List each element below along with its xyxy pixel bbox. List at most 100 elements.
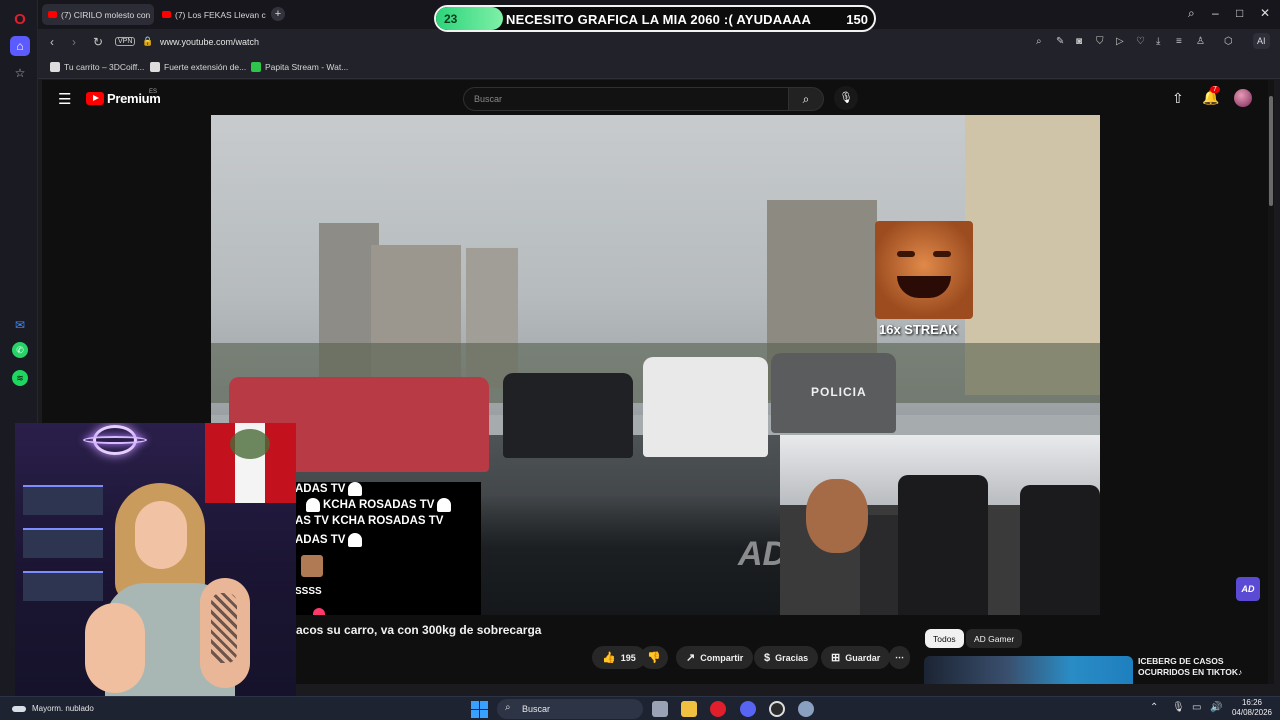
- tab-cirilo[interactable]: (7) CIRILO molesto con: [42, 4, 154, 25]
- tray-chevron-icon[interactable]: ⌃: [1150, 702, 1158, 713]
- opera-logo-icon[interactable]: O: [10, 9, 30, 29]
- discord-icon[interactable]: [740, 701, 756, 717]
- player-icon[interactable]: ▷: [1116, 36, 1124, 47]
- new-tab-button[interactable]: +: [271, 7, 285, 21]
- edit-icon[interactable]: ✎: [1056, 36, 1064, 47]
- more-actions-button[interactable]: ⋯: [889, 646, 910, 669]
- upload-icon[interactable]: ⇧: [1172, 90, 1184, 107]
- tab-label: (7) CIRILO molesto con: [61, 9, 151, 20]
- country-code: ES: [149, 89, 158, 95]
- chat-line: ADAS TV: [295, 482, 365, 496]
- bookmark-carrito[interactable]: Tu carrito – 3DCoiff...: [50, 62, 144, 72]
- file-explorer-icon[interactable]: [681, 701, 697, 717]
- speed-dial-icon[interactable]: ☆: [10, 63, 30, 83]
- save-label: Guardar: [845, 652, 881, 663]
- aria-ai-button[interactable]: AI: [1253, 33, 1270, 49]
- chip-label: AD Gamer: [974, 633, 1015, 644]
- avatar[interactable]: [1234, 89, 1252, 107]
- ghost-emote-icon: [306, 498, 320, 512]
- maximize-icon[interactable]: □: [1236, 6, 1243, 20]
- police-sign: POLICIA: [811, 385, 867, 399]
- spotify-icon[interactable]: ≋: [12, 370, 28, 386]
- search-placeholder: Buscar: [474, 94, 503, 104]
- chat-line: ADAS TV: [295, 533, 365, 547]
- ghost-emote-icon: [348, 482, 363, 496]
- home-icon[interactable]: ⌂: [10, 36, 30, 56]
- thanks-icon: $: [764, 651, 771, 664]
- streak-label: 16x STREAK: [879, 322, 958, 337]
- back-icon[interactable]: ‹: [50, 35, 54, 49]
- tab-los-fekas[interactable]: (7) Los FEKAS Llevan com: [156, 4, 266, 25]
- thanks-button[interactable]: $ Gracias: [754, 646, 819, 669]
- vpn-badge[interactable]: VPN: [115, 37, 136, 46]
- obs-icon[interactable]: [769, 701, 785, 717]
- shield-icon[interactable]: ⛉: [1096, 36, 1104, 47]
- lock-icon[interactable]: 🔒: [142, 36, 153, 47]
- extension-icon[interactable]: ⬡: [1224, 36, 1233, 47]
- task-view-icon[interactable]: [652, 701, 668, 717]
- thanks-label: Gracias: [775, 652, 809, 663]
- share-icon: ↗: [686, 652, 696, 664]
- chip-label: Todos: [933, 633, 956, 644]
- taskbar-search[interactable]: ⌕ Buscar: [497, 699, 643, 719]
- search-input[interactable]: Buscar: [463, 87, 789, 111]
- bookmark-label: Fuerte extensión de...: [164, 62, 247, 72]
- download-icon[interactable]: ⤓: [1156, 36, 1160, 47]
- chat-line: SSSS: [295, 586, 322, 597]
- laughing-emote-image: [875, 221, 973, 319]
- zoom-search-icon[interactable]: ⌕: [1036, 36, 1042, 47]
- goal-current: 23: [444, 12, 458, 26]
- network-icon[interactable]: ▭: [1192, 702, 1201, 713]
- bookmark-papita[interactable]: Papita Stream - Wat...: [251, 62, 348, 72]
- whatsapp-icon[interactable]: ✆: [12, 342, 28, 358]
- menu-icon[interactable]: ≡: [1176, 36, 1182, 47]
- menu-icon[interactable]: ☰: [58, 90, 71, 108]
- left-arm: [85, 603, 145, 693]
- forward-icon[interactable]: ›: [72, 35, 76, 49]
- heart-icon[interactable]: ♡: [1136, 36, 1145, 47]
- opera-taskbar-icon[interactable]: [710, 701, 726, 717]
- driver-face: [806, 479, 868, 553]
- start-button[interactable]: [471, 701, 488, 718]
- recommended-title[interactable]: ICEBERG DE CASOS OCURRIDOS EN TIKTOK♪: [1138, 656, 1263, 678]
- like-button[interactable]: 👍 195: [592, 646, 646, 669]
- tab-label: (7) Los FEKAS Llevan com: [175, 9, 266, 20]
- date-label: 04/08/2026: [1231, 708, 1273, 717]
- url-field[interactable]: www.youtube.com/watch: [160, 37, 259, 47]
- streamer: [85, 483, 250, 708]
- streamer-webcam: [15, 423, 296, 708]
- taskbar-search-label: Buscar: [522, 704, 551, 714]
- dislike-button[interactable]: 👎: [640, 646, 668, 669]
- car-interior-inset: [780, 435, 1100, 615]
- recommended-thumbnail[interactable]: [924, 656, 1133, 684]
- minimize-icon[interactable]: –: [1212, 6, 1219, 20]
- reload-icon[interactable]: ↻: [93, 35, 103, 49]
- settings-icon[interactable]: [798, 701, 814, 717]
- camera-icon[interactable]: ◙: [1076, 36, 1082, 47]
- chip-ad-gamer[interactable]: AD Gamer: [966, 629, 1023, 648]
- profile-icon[interactable]: ♙: [1196, 36, 1205, 47]
- thumbs-up-icon: 👍: [602, 652, 616, 664]
- volume-icon[interactable]: 🔊: [1210, 702, 1222, 713]
- tattoo: [211, 593, 237, 663]
- emote-eye: [897, 251, 915, 257]
- screen: O ⌂ ☆ ✉ ✆ ≋ (7) CIRILO molesto con (7) L…: [0, 0, 1280, 720]
- search-tabs-icon[interactable]: ⌕: [1188, 6, 1195, 21]
- save-button[interactable]: ⊞ Guardar: [821, 646, 891, 669]
- search-button[interactable]: ⌕: [788, 87, 824, 111]
- clock[interactable]: 16:26 04/08/2026: [1230, 698, 1274, 718]
- microphone-icon[interactable]: 🎙: [834, 86, 858, 110]
- bookmark-extension[interactable]: Fuerte extensión de...: [150, 62, 246, 72]
- share-button[interactable]: ↗ Compartir: [676, 646, 754, 669]
- goal-target: 150: [846, 12, 868, 27]
- scrollbar-thumb[interactable]: [1269, 96, 1273, 206]
- weather-label[interactable]: Mayorm. nublado: [32, 704, 94, 713]
- channel-logo[interactable]: AD: [1236, 577, 1260, 601]
- microphone-tray-icon[interactable]: 🎙: [1172, 702, 1185, 713]
- messenger-icon[interactable]: ✉: [10, 315, 30, 335]
- close-icon[interactable]: ✕: [1260, 6, 1270, 20]
- chip-todos[interactable]: Todos: [925, 629, 964, 648]
- goal-text: NECESITO GRAFICA LA MIA 2060 :( AYUDAAAA: [506, 12, 812, 27]
- save-icon: ⊞: [831, 652, 841, 664]
- chat-badge-icon: [313, 608, 325, 615]
